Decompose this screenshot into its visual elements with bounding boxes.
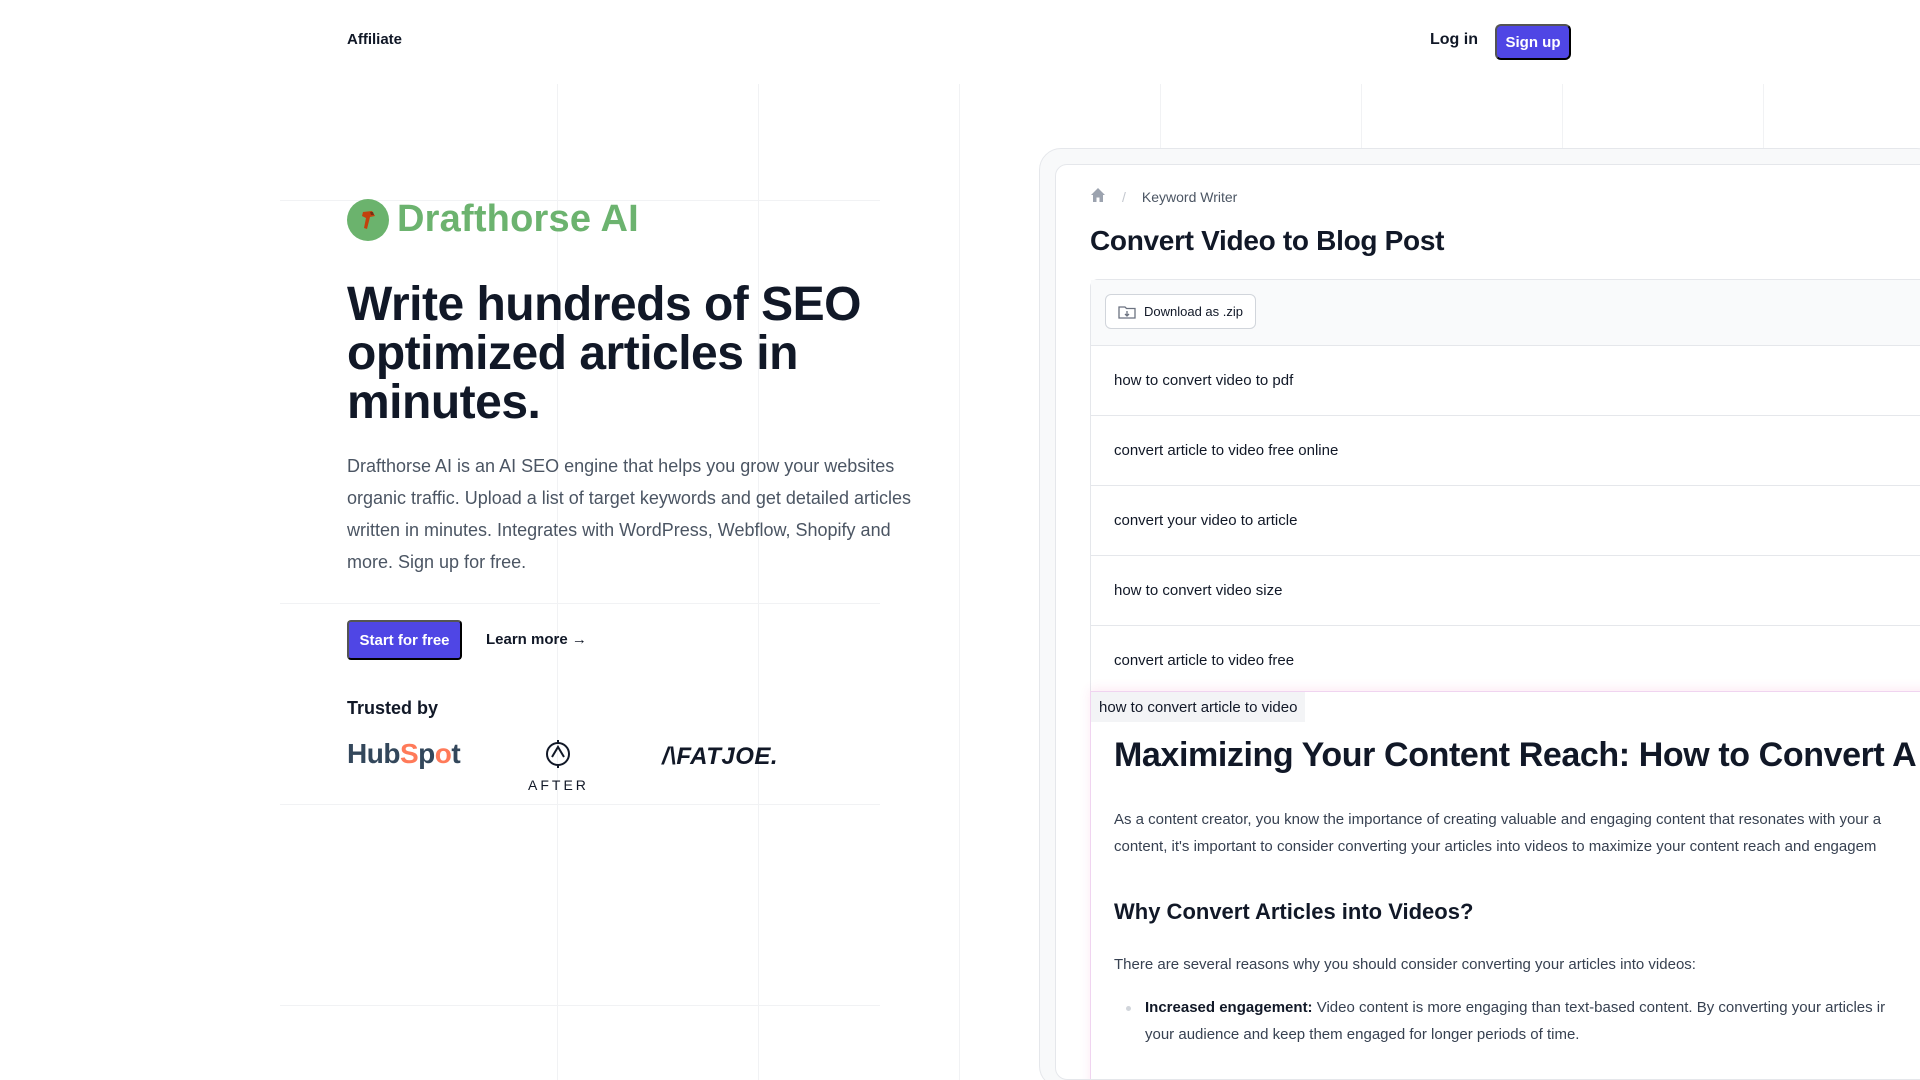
signup-button[interactable]: Sign up	[1495, 24, 1571, 60]
start-free-button[interactable]: Start for free	[347, 620, 462, 660]
grid-line	[280, 603, 880, 604]
trusted-by-label: Trusted by	[347, 698, 439, 718]
grid-line	[959, 84, 960, 1080]
keyword-list: Download as .zip how to convert video to…	[1090, 279, 1920, 699]
keyword-row[interactable]: how to convert video size	[1091, 556, 1920, 626]
login-link[interactable]: Log in	[1430, 31, 1478, 49]
affiliate-link[interactable]: Affiliate	[347, 31, 402, 48]
grid-line	[758, 84, 759, 1080]
list-item-text: your audience and keep them engaged for …	[1145, 1026, 1580, 1043]
hero-title: Write hundreds of SEO optimized articles…	[347, 278, 861, 429]
brand: Drafthorse AI	[347, 198, 639, 241]
list-bullet	[1126, 1006, 1131, 1011]
breadcrumb-separator: /	[1122, 188, 1126, 205]
list-item-text: Video content is more engaging than text…	[1312, 999, 1886, 1016]
article-intro-line: As a content creator, you know the impor…	[1114, 811, 1882, 828]
keyword-row[interactable]: convert article to video free online	[1091, 416, 1920, 486]
grid-line	[280, 804, 880, 805]
fatjoe-logo: /\FATJOE.	[662, 743, 779, 770]
hubspot-logo: HubSpot	[347, 738, 461, 769]
list-item-bold: Increased engagement:	[1145, 999, 1313, 1016]
horse-logo-icon	[347, 198, 389, 241]
app-preview-panel: / Keyword Writer Convert Video to Blog P…	[1055, 164, 1920, 1080]
learn-more-link[interactable]: Learn more →	[486, 631, 587, 648]
breadcrumb: / Keyword Writer	[1090, 187, 1237, 206]
grid-line	[280, 1005, 880, 1006]
article-intro: As a content creator, you know the impor…	[1114, 806, 1920, 860]
brand-name: Drafthorse AI	[397, 198, 639, 240]
hero-description: Drafthorse AI is an AI SEO engine that h…	[347, 456, 911, 572]
keyword-row[interactable]: convert your video to article	[1091, 486, 1920, 556]
download-zip-label: Download as .zip	[1144, 304, 1243, 319]
download-zip-button[interactable]: Download as .zip	[1105, 294, 1256, 329]
article-subheading: Why Convert Articles into Videos?	[1114, 899, 1474, 924]
article-keyword-tag: how to convert article to video	[1091, 692, 1306, 722]
breadcrumb-current[interactable]: Keyword Writer	[1142, 189, 1237, 205]
article-list-item: Increased engagement: Video content is m…	[1145, 994, 1920, 1048]
after-logo-icon	[546, 740, 570, 768]
home-icon[interactable]	[1090, 187, 1106, 206]
article-intro-line: content, it's important to consider conv…	[1114, 838, 1877, 855]
after-logo: AFTER	[528, 738, 588, 793]
folder-download-icon	[1118, 305, 1136, 319]
keyword-row[interactable]: how to convert video to pdf	[1091, 346, 1920, 416]
article-heading: Maximizing Your Content Reach: How to Co…	[1114, 736, 1917, 774]
keyword-list-header: Download as .zip	[1091, 280, 1920, 346]
page-title: Convert Video to Blog Post	[1090, 225, 1445, 256]
article-paragraph: There are several reasons why you should…	[1114, 956, 1696, 973]
article-preview: how to convert article to video Maximizi…	[1090, 691, 1920, 1079]
keyword-row[interactable]: convert article to video free	[1091, 626, 1920, 696]
